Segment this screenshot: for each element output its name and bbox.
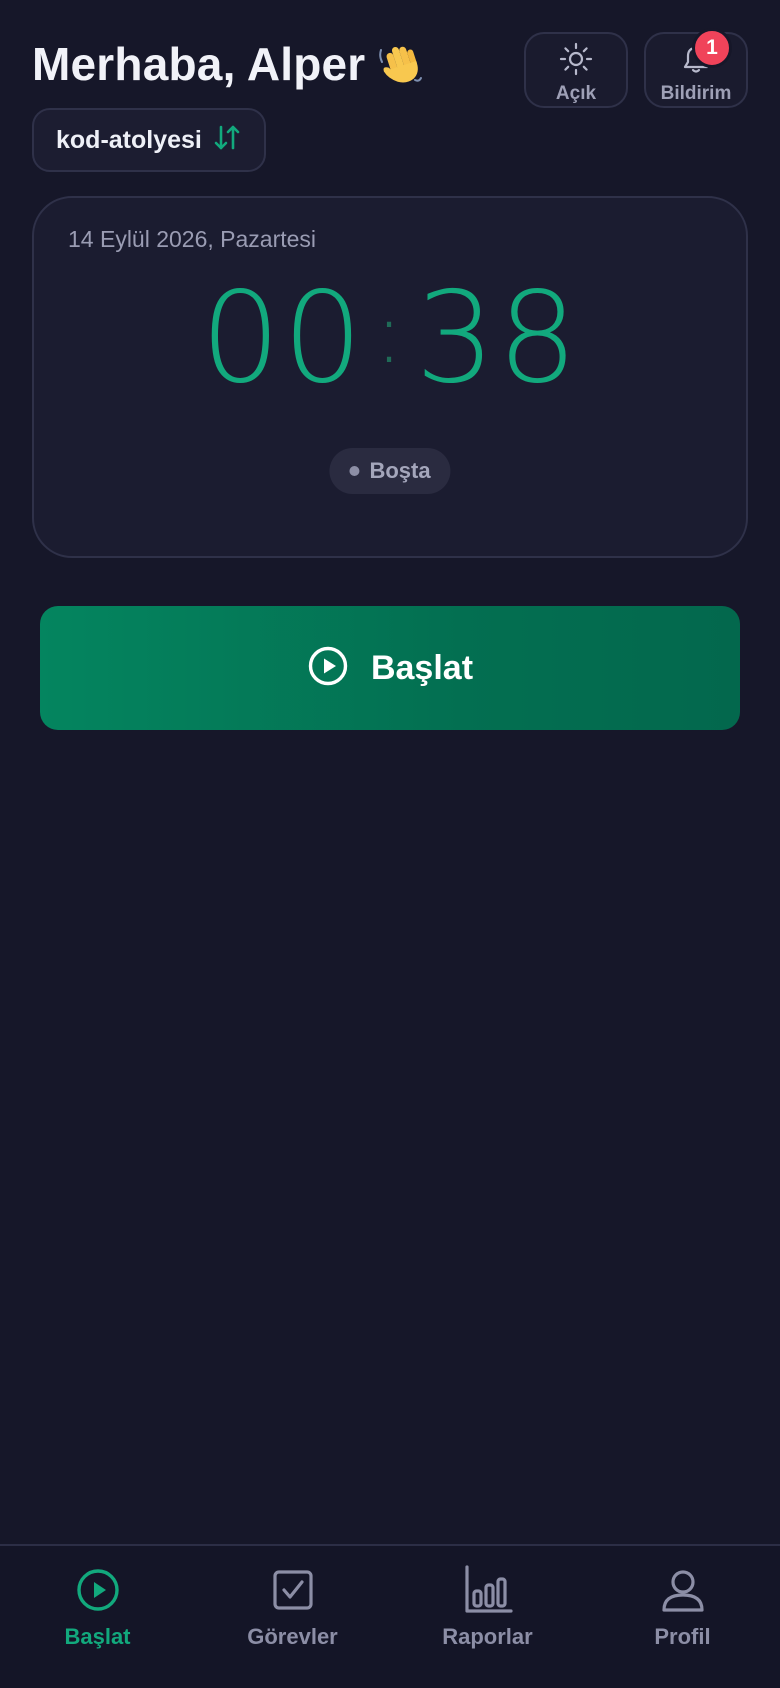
start-button[interactable]: Başlat [40, 606, 740, 730]
nav-item-profile[interactable]: Profil [585, 1546, 780, 1688]
theme-toggle-button[interactable]: Açık [524, 32, 628, 108]
swap-vertical-icon [212, 123, 242, 158]
nav-label-tasks: Görevler [247, 1624, 338, 1649]
workspace-switcher-button[interactable]: kod-atolyesi [32, 108, 266, 172]
status-dot-icon [349, 466, 360, 476]
sun-icon [559, 42, 593, 81]
play-circle-icon [307, 645, 349, 692]
nav-label-profile: Profil [654, 1624, 711, 1649]
greeting-heading: Merhaba, Alper [32, 36, 427, 92]
notifications-label: Bildirim [660, 83, 732, 104]
timer-card: 14 Eylül 2026, Pazartesi 00 : 38 Boşta [32, 196, 748, 558]
status-text: Boşta [369, 458, 431, 483]
timer-display: 00 : 38 [34, 262, 746, 412]
notifications-button[interactable]: Bildirim 1 [644, 28, 748, 108]
checkbox-icon [267, 1564, 319, 1616]
timer-separator: : [374, 284, 406, 382]
workspace-name: kod-atolyesi [56, 125, 202, 154]
timer-seconds: 38 [415, 263, 580, 411]
theme-toggle-label: Açık [555, 83, 597, 104]
nav-label-start: Başlat [64, 1624, 131, 1649]
nav-label-reports: Raporlar [442, 1624, 533, 1649]
play-circle-icon [72, 1564, 124, 1616]
greeting-text: Merhaba, Alper [32, 38, 366, 90]
status-badge: Boşta [329, 448, 451, 494]
user-icon [657, 1564, 709, 1616]
bar-chart-icon [462, 1564, 514, 1616]
nav-item-reports[interactable]: Raporlar [390, 1546, 585, 1688]
notification-count-badge: 1 [692, 28, 732, 68]
bottom-navigation: Başlat Görevler Raporlar Profil [0, 1544, 780, 1688]
timer-date: 14 Eylül 2026, Pazartesi [68, 226, 317, 252]
timer-minutes: 00 [200, 263, 365, 411]
waving-hand-icon [375, 38, 427, 90]
start-button-label: Başlat [370, 648, 474, 687]
nav-item-start[interactable]: Başlat [0, 1546, 195, 1688]
nav-item-tasks[interactable]: Görevler [195, 1546, 390, 1688]
